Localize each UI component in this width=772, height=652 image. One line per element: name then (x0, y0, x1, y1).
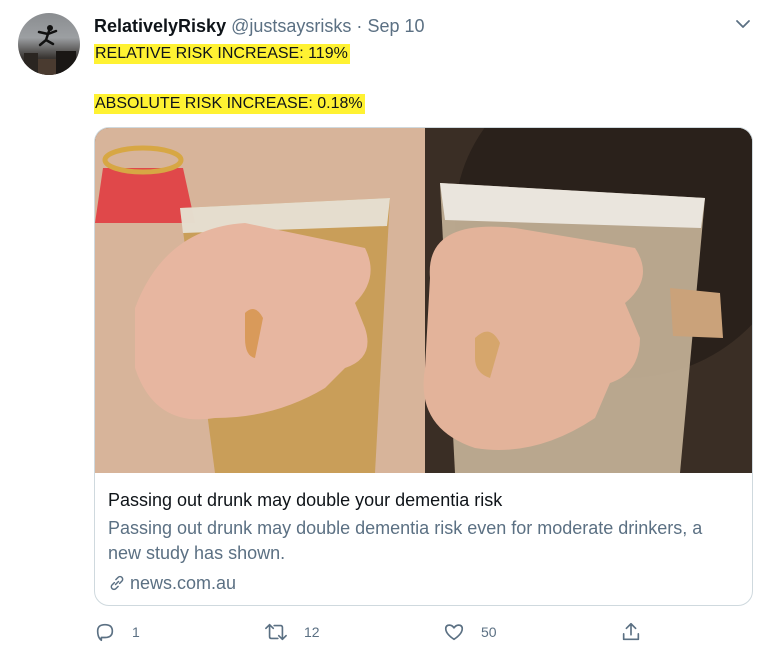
retweet-icon (265, 623, 287, 641)
tweet-date[interactable]: Sep 10 (367, 16, 424, 36)
more-options-button[interactable] (734, 15, 752, 33)
reply-button[interactable]: 1 (94, 620, 140, 644)
avatar[interactable] (18, 13, 80, 75)
avatar-building (56, 51, 76, 75)
beer-cups-image (95, 128, 752, 473)
tweet[interactable]: RelativelyRisky @justsaysrisks · Sep 10 … (0, 0, 772, 652)
display-name[interactable]: RelativelyRisky (94, 16, 226, 36)
card-domain-text: news.com.au (130, 573, 237, 593)
like-button[interactable]: 50 (443, 620, 497, 644)
avatar-building (24, 53, 38, 75)
share-button[interactable] (620, 620, 658, 644)
retweet-count: 12 (304, 624, 320, 640)
separator: · (356, 16, 363, 36)
reply-icon (96, 623, 114, 642)
tweet-text-line: RELATIVE RISK INCREASE: 119% (94, 44, 350, 64)
reply-count: 1 (132, 624, 140, 640)
retweet-button[interactable]: 12 (264, 620, 320, 644)
like-count: 50 (481, 624, 497, 640)
link-icon (110, 575, 124, 591)
card-text: Passing out drunk may double your dement… (108, 489, 739, 595)
handle[interactable]: @justsaysrisks (231, 16, 351, 36)
avatar-building (38, 59, 56, 75)
share-icon (622, 622, 640, 641)
jumping-person-icon (37, 25, 58, 47)
link-card[interactable]: Passing out drunk may double your dement… (94, 127, 753, 606)
chevron-down-icon (736, 20, 750, 28)
card-title: Passing out drunk may double your dement… (108, 490, 503, 510)
card-domain: news.com.au (108, 571, 739, 595)
card-image (95, 128, 752, 473)
tweet-header: RelativelyRisky @justsaysrisks · Sep 10 (94, 15, 425, 37)
tweet-text-line: ABSOLUTE RISK INCREASE: 0.18% (94, 94, 365, 114)
tweet-actions: 1 12 50 (94, 620, 754, 644)
card-description: Passing out drunk may double dementia ri… (108, 518, 703, 563)
heart-icon (444, 624, 464, 641)
